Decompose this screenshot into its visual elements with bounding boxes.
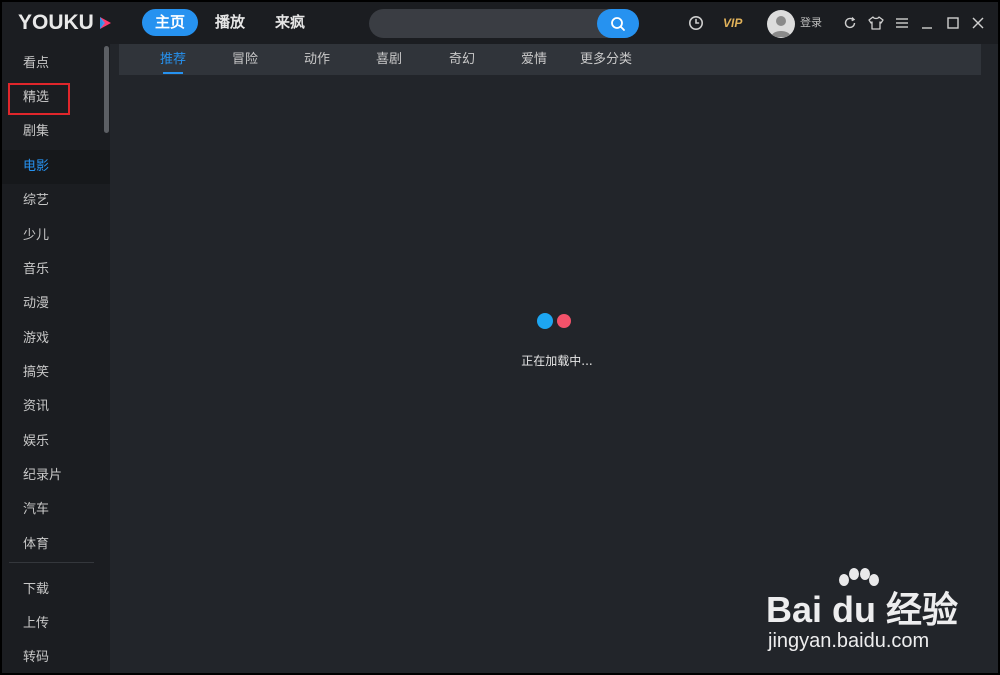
tab-qihuan[interactable]: 奇幻 bbox=[449, 44, 475, 75]
nav-laifeng[interactable]: 来疯 bbox=[262, 9, 318, 36]
category-bar: 推荐 冒险 动作 喜剧 奇幻 爱情 更多分类 bbox=[119, 44, 981, 75]
sidebar-item-label: 下载 bbox=[23, 582, 50, 597]
baidu-jingyan-watermark: Bai du 经验 jingyan.baidu.com bbox=[766, 568, 966, 658]
watermark-url: jingyan.baidu.com bbox=[768, 630, 930, 652]
close-icon[interactable] bbox=[970, 15, 986, 31]
refresh-icon[interactable] bbox=[842, 15, 858, 31]
sidebar-item-label: 电影 bbox=[23, 159, 50, 174]
active-tab-underline bbox=[163, 72, 183, 74]
sidebar-item-shaoer[interactable]: 少儿 bbox=[2, 219, 110, 253]
logo-play-icon bbox=[99, 17, 111, 29]
sidebar-item-label: 汽车 bbox=[23, 502, 50, 517]
title-bar: YOUKU 主页 播放 来疯 VIP 登录 bbox=[2, 2, 998, 44]
sidebar-item-label: 上传 bbox=[23, 616, 50, 631]
sidebar-item-label: 游戏 bbox=[23, 331, 50, 346]
loading-text: 正在加载中... bbox=[521, 354, 593, 368]
sidebar-item-label: 看点 bbox=[23, 56, 50, 71]
sidebar-item-tiyu[interactable]: 体育 bbox=[2, 528, 110, 562]
logo-text: YOUKU bbox=[18, 11, 94, 34]
highlight-box bbox=[8, 83, 70, 115]
tab-dongzuo[interactable]: 动作 bbox=[304, 44, 330, 75]
vip-link[interactable]: VIP bbox=[723, 15, 742, 31]
sidebar-item-label: 娱乐 bbox=[23, 434, 50, 449]
sidebar-item-dianying[interactable]: 电影 bbox=[2, 150, 110, 184]
history-clock-icon[interactable] bbox=[688, 15, 704, 31]
sidebar-item-gaoxiao[interactable]: 搞笑 bbox=[2, 356, 110, 390]
tab-maoxian[interactable]: 冒险 bbox=[232, 44, 258, 75]
sidebar-item-label: 剧集 bbox=[23, 124, 50, 139]
nav-play[interactable]: 播放 bbox=[202, 9, 258, 36]
sidebar-item-zongyi[interactable]: 综艺 bbox=[2, 184, 110, 218]
sidebar: 看点 精选 剧集 电影 综艺 少儿 音乐 动漫 游戏 搞笑 资讯 娱乐 纪录片 … bbox=[2, 44, 110, 673]
search-icon bbox=[611, 16, 625, 31]
sidebar-scrollbar[interactable] bbox=[104, 46, 109, 133]
sidebar-item-dongman[interactable]: 动漫 bbox=[2, 287, 110, 321]
avatar[interactable] bbox=[767, 10, 795, 38]
tab-tuijian[interactable]: 推荐 bbox=[160, 44, 186, 75]
user-icon bbox=[771, 16, 791, 37]
skin-shirt-icon[interactable] bbox=[868, 15, 884, 31]
tab-more-categories[interactable]: 更多分类 bbox=[580, 44, 632, 75]
youku-app-window: YOUKU 主页 播放 来疯 VIP 登录 看点 精选 剧集 电影 综艺 少儿 … bbox=[2, 2, 998, 673]
youku-logo[interactable]: YOUKU bbox=[18, 12, 113, 34]
maximize-icon[interactable] bbox=[945, 15, 961, 31]
tab-xiju[interactable]: 喜剧 bbox=[376, 44, 402, 75]
sidebar-item-upload[interactable]: 上传 bbox=[2, 607, 110, 641]
sidebar-item-kandian[interactable]: 看点 bbox=[2, 47, 110, 81]
watermark-brand: Bai du 经验 bbox=[766, 589, 959, 630]
sidebar-item-label: 少儿 bbox=[23, 228, 50, 243]
sidebar-item-yule[interactable]: 娱乐 bbox=[2, 425, 110, 459]
sidebar-item-transcode[interactable]: 转码 bbox=[2, 641, 110, 673]
sidebar-item-label: 搞笑 bbox=[23, 365, 50, 380]
sidebar-item-label: 纪录片 bbox=[23, 468, 63, 483]
sidebar-divider bbox=[9, 562, 94, 563]
sidebar-item-jilupian[interactable]: 纪录片 bbox=[2, 459, 110, 493]
loading-dot-blue bbox=[537, 313, 553, 329]
nav-home[interactable]: 主页 bbox=[142, 9, 199, 36]
loading-dot-red bbox=[557, 314, 571, 328]
login-link[interactable]: 登录 bbox=[800, 15, 822, 31]
search-box bbox=[369, 9, 639, 40]
sidebar-item-label: 资讯 bbox=[23, 399, 50, 414]
search-button[interactable] bbox=[597, 9, 639, 38]
sidebar-item-youxi[interactable]: 游戏 bbox=[2, 322, 110, 356]
sidebar-item-zixun[interactable]: 资讯 bbox=[2, 390, 110, 424]
tab-aiqing[interactable]: 爱情 bbox=[521, 44, 547, 75]
sidebar-item-download[interactable]: 下载 bbox=[2, 573, 110, 607]
main-nav: 主页 播放 来疯 bbox=[142, 9, 322, 36]
sidebar-item-yinyue[interactable]: 音乐 bbox=[2, 253, 110, 287]
sidebar-item-label: 综艺 bbox=[23, 193, 50, 208]
search-input[interactable] bbox=[383, 9, 597, 40]
sidebar-item-label: 转码 bbox=[23, 650, 50, 665]
sidebar-item-label: 音乐 bbox=[23, 262, 50, 277]
sidebar-item-label: 体育 bbox=[23, 537, 50, 552]
menu-icon[interactable] bbox=[894, 15, 910, 31]
sidebar-item-qiche[interactable]: 汽车 bbox=[2, 493, 110, 527]
sidebar-item-label: 动漫 bbox=[23, 296, 50, 311]
sidebar-item-juji[interactable]: 剧集 bbox=[2, 115, 110, 149]
minimize-icon[interactable] bbox=[919, 15, 935, 31]
